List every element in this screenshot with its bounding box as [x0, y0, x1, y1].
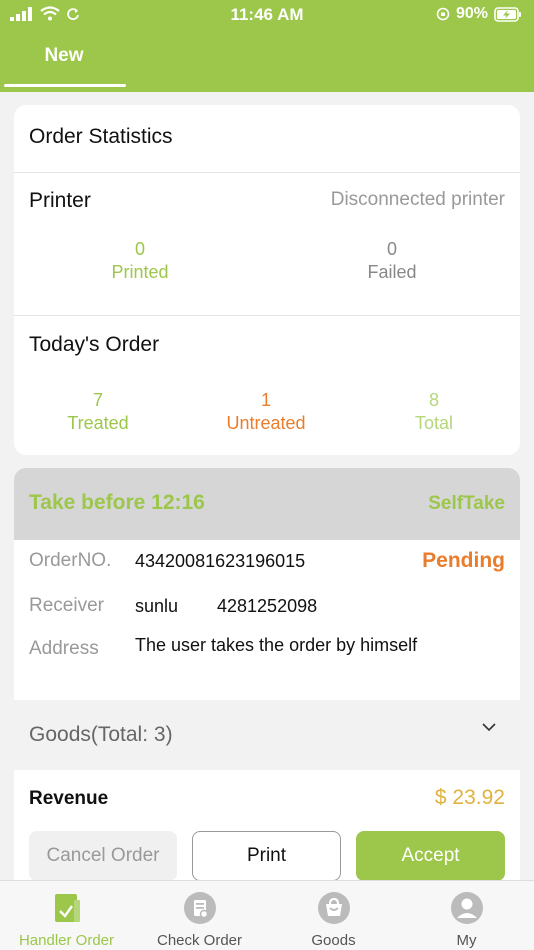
tab-label: My — [456, 932, 477, 949]
take-before-time: Take before 12:16 — [29, 491, 205, 514]
order-card-header: Take before 12:16 SelfTake — [14, 468, 520, 540]
tab-my[interactable]: My — [400, 881, 533, 950]
printed-label: Printed — [111, 262, 169, 282]
receiver-name: sunlu — [135, 596, 179, 616]
chevron-down-icon — [482, 723, 496, 732]
bottom-tab-bar: Handler Order Check Order Goods My — [0, 880, 534, 950]
accept-button[interactable]: Accept — [356, 831, 505, 881]
untreated-stat: 1 Untreated — [206, 389, 326, 435]
receiver-phone[interactable]: 4281252098 — [217, 596, 317, 617]
address-value: The user takes the order by himself — [135, 635, 418, 655]
total-count: 8 — [428, 390, 439, 410]
failed-count: 0 — [386, 239, 397, 259]
tab-check-order[interactable]: Check Order — [133, 881, 266, 950]
receipt-icon — [183, 892, 216, 924]
divider — [14, 315, 520, 316]
printed-count: 0 — [134, 239, 145, 259]
order-status-badge: Pending — [422, 549, 505, 572]
address-label: Address — [29, 638, 99, 659]
today-order-label: Today's Order — [29, 333, 160, 356]
treated-label: Treated — [67, 413, 129, 433]
tab-new[interactable]: New — [0, 42, 128, 86]
divider — [14, 172, 520, 173]
tab-label: Handler Order — [18, 932, 115, 949]
print-button[interactable]: Print — [192, 831, 341, 881]
battery-percent: 90% — [455, 5, 488, 22]
goods-total-label: Goods(Total: 3) — [29, 723, 173, 746]
bag-icon — [317, 892, 350, 924]
status-bar: 11:46 AM 90% — [0, 0, 534, 30]
printer-label: Printer — [29, 189, 91, 212]
cancel-order-button[interactable]: Cancel Order — [29, 831, 177, 881]
total-label: Total — [414, 413, 454, 433]
app-header: 11:46 AM 90% New — [0, 0, 534, 92]
tab-handler-order[interactable]: Handler Order — [0, 881, 133, 950]
user-icon — [450, 892, 483, 924]
orientation-lock-icon — [436, 7, 450, 21]
treated-stat: 7 Treated — [38, 389, 158, 435]
treated-count: 7 — [92, 390, 103, 410]
untreated-label: Untreated — [226, 413, 306, 433]
order-no-label: OrderNO. — [29, 550, 112, 571]
printed-stat: 0 Printed — [90, 238, 190, 284]
revenue-value: $ 23.92 — [434, 786, 505, 809]
order-type-badge: SelfTake — [428, 493, 505, 514]
clipboard-check-icon — [54, 894, 80, 922]
untreated-count: 1 — [260, 390, 271, 410]
status-right: 90% — [436, 5, 522, 23]
failed-stat: 0 Failed — [342, 238, 442, 284]
order-card[interactable]: Take before 12:16 SelfTake OrderNO. 4342… — [14, 468, 520, 888]
tab-active-indicator — [4, 84, 126, 87]
failed-label: Failed — [367, 262, 417, 282]
tab-label: Check Order — [156, 932, 243, 949]
tab-goods[interactable]: Goods — [267, 881, 400, 950]
order-statistics-card: Order Statistics Printer Disconnected pr… — [14, 105, 520, 455]
printer-status[interactable]: Disconnected printer — [331, 189, 505, 211]
receiver-label: Receiver — [29, 595, 104, 616]
tab-label: Goods — [311, 932, 356, 949]
battery-charging-icon — [494, 6, 521, 22]
revenue-label: Revenue — [29, 788, 109, 809]
order-no-value: 43420081623196015 — [135, 551, 306, 571]
order-statistics-title: Order Statistics — [29, 125, 173, 148]
total-stat: 8 Total — [374, 389, 494, 435]
goods-expander[interactable]: Goods(Total: 3) — [14, 700, 520, 770]
